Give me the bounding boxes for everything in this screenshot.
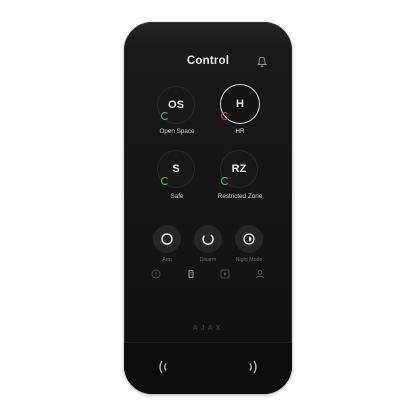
- group-h-label: HR: [235, 128, 245, 135]
- group-h-status-icon: [221, 112, 229, 120]
- nfc-reader-panel[interactable]: [124, 342, 292, 394]
- disarm-ring-icon: [202, 234, 214, 245]
- group-rz-abbr: RZ: [231, 163, 247, 175]
- group-rz-label: Restricted Zone: [217, 193, 263, 200]
- night-mode-label: Night Mode: [235, 257, 263, 263]
- disarm-label: Disarm: [199, 257, 217, 263]
- group-os-label: Open Space: [159, 128, 195, 135]
- alert-icon[interactable]: [151, 269, 161, 279]
- arm-ring-icon: [161, 233, 173, 245]
- disarm-button[interactable]: [194, 225, 222, 253]
- keypad-device: Control OS Open Space H HR S Safe RZ Res…: [124, 22, 292, 394]
- group-rz-status-icon: [221, 177, 229, 185]
- bell-icon[interactable]: [257, 56, 267, 68]
- brand-logo: AJAX: [192, 325, 224, 332]
- group-h-abbr: H: [236, 98, 244, 110]
- arm-label: Arm: [162, 257, 172, 263]
- user-icon[interactable]: [255, 269, 265, 279]
- nfc-waves-right-icon: [249, 360, 257, 374]
- group-os-abbr: OS: [168, 99, 184, 111]
- night-mode-button[interactable]: [235, 225, 263, 253]
- play-icon[interactable]: [220, 269, 230, 279]
- group-os-status-icon: [161, 112, 169, 120]
- night-mode-icon: [243, 233, 255, 245]
- group-s-abbr: S: [172, 163, 180, 175]
- arm-button[interactable]: [153, 225, 181, 253]
- group-s-status-icon: [161, 177, 169, 185]
- keypad-icon[interactable]: [186, 269, 196, 279]
- group-s-label: Safe: [170, 193, 184, 200]
- nfc-waves-left-icon: [159, 360, 167, 374]
